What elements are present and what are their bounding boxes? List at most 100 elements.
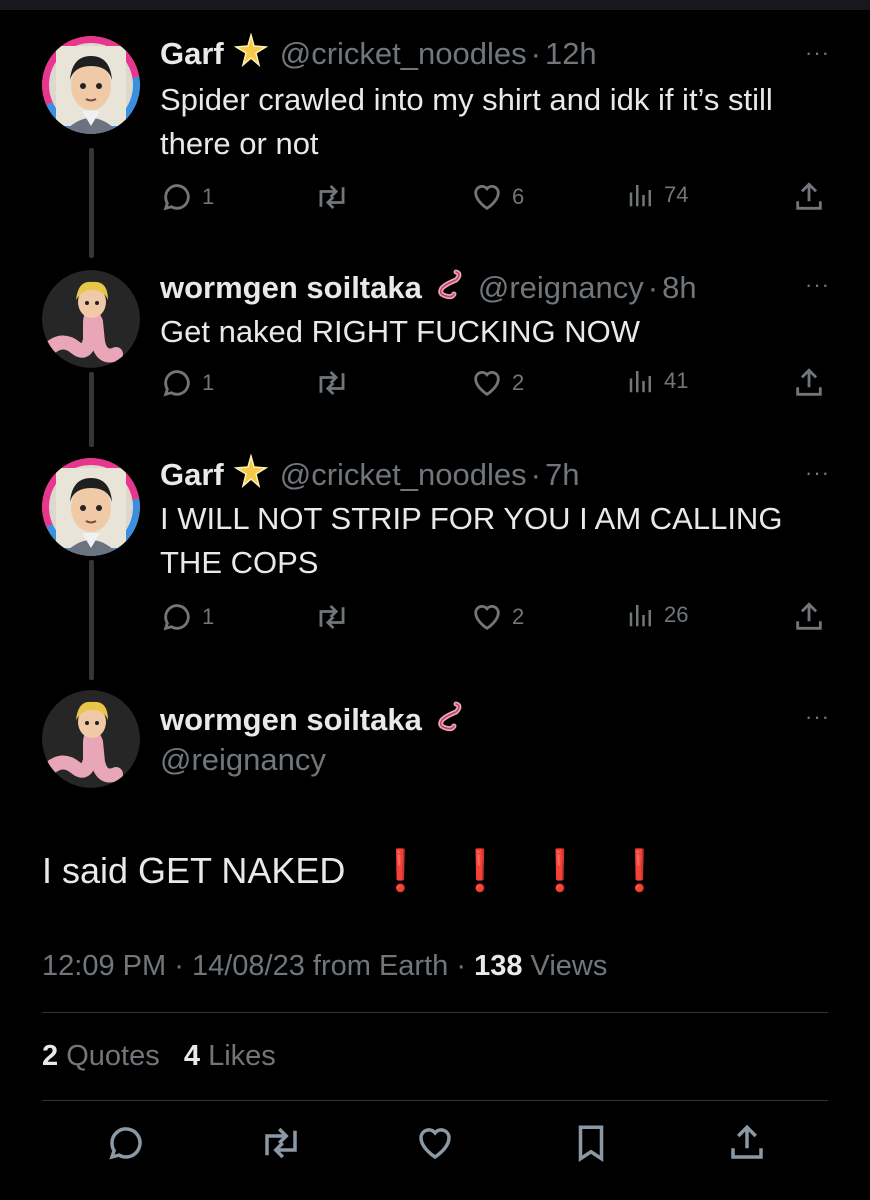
share-button[interactable] bbox=[792, 366, 826, 400]
separator: · bbox=[456, 950, 466, 982]
main-actions bbox=[0, 1122, 870, 1172]
exclamation-icon: ❗ bbox=[614, 849, 665, 893]
handle[interactable]: @reignancy bbox=[160, 742, 326, 778]
views-button[interactable]: 41 bbox=[626, 366, 688, 396]
tweet-text: I WILL NOT STRIP FOR YOU I AM CALLING TH… bbox=[160, 501, 783, 580]
heart-icon bbox=[470, 366, 504, 400]
sparkle-star-icon bbox=[233, 32, 269, 75]
avatar-garf[interactable] bbox=[42, 458, 140, 556]
share-icon bbox=[792, 366, 826, 400]
views-count: 74 bbox=[664, 182, 689, 207]
like-count: 2 bbox=[512, 604, 525, 629]
avatar-garf[interactable] bbox=[42, 36, 140, 134]
retweet-icon bbox=[314, 180, 350, 214]
avatar-wormgen[interactable] bbox=[42, 270, 140, 368]
engagement-stats: 2 Quotes 4 Likes bbox=[42, 1040, 276, 1073]
retweet-button[interactable] bbox=[314, 366, 350, 400]
timestamp[interactable]: 7h bbox=[545, 457, 579, 493]
heart-icon bbox=[470, 600, 504, 634]
retweet-icon[interactable] bbox=[258, 1122, 304, 1169]
reply-button[interactable]: 1 bbox=[160, 180, 214, 214]
share-icon bbox=[792, 180, 826, 214]
views-icon bbox=[626, 180, 656, 210]
worm-icon bbox=[432, 698, 466, 742]
thread-line bbox=[89, 560, 94, 680]
separator: · bbox=[530, 457, 541, 492]
timestamp[interactable]: 8h bbox=[662, 270, 696, 306]
reply-count: 1 bbox=[202, 184, 215, 209]
bookmark-icon[interactable] bbox=[570, 1122, 612, 1169]
views-button[interactable]: 74 bbox=[626, 180, 688, 210]
worm-icon bbox=[432, 266, 466, 310]
like-button[interactable]: 2 bbox=[470, 600, 524, 634]
tweet-meta: 12:09 PM · 14/08/23 from Earth · 138 Vie… bbox=[42, 950, 607, 983]
tweet-header: wormgen soiltaka @reignancy · 8h bbox=[160, 266, 697, 310]
quotes-label: Quotes bbox=[66, 1040, 160, 1072]
tweet-actions: 1 2 41 bbox=[160, 366, 840, 406]
retweet-button[interactable] bbox=[314, 600, 350, 634]
post-date[interactable]: 14/08/23 bbox=[192, 950, 305, 982]
reply-icon[interactable] bbox=[105, 1122, 147, 1169]
more-options-icon[interactable]: ··· bbox=[805, 40, 830, 66]
divider bbox=[42, 1100, 828, 1101]
like-count: 6 bbox=[512, 184, 525, 209]
tweet-actions: 1 2 26 bbox=[160, 600, 840, 640]
share-icon[interactable] bbox=[726, 1122, 768, 1169]
more-options-icon[interactable]: ··· bbox=[805, 272, 830, 298]
like-button[interactable]: 2 bbox=[470, 366, 524, 400]
sparkle-star-icon bbox=[233, 453, 269, 496]
heart-icon[interactable] bbox=[414, 1122, 456, 1169]
reply-count: 1 bbox=[202, 370, 215, 395]
tweet-text: Spider crawled into my shirt and idk if … bbox=[160, 82, 773, 161]
tweet-header: Garf @cricket_noodles · 12h bbox=[160, 32, 597, 75]
avatar-wormgen[interactable] bbox=[42, 690, 140, 788]
likes-link[interactable]: 4 Likes bbox=[184, 1040, 276, 1072]
main-header: wormgen soiltaka bbox=[160, 698, 478, 742]
exclamation-marks: ❗ ❗ ❗ ❗ bbox=[345, 847, 664, 894]
handle[interactable]: @cricket_noodles bbox=[280, 457, 527, 493]
quotes-link[interactable]: 2 Quotes bbox=[42, 1040, 160, 1072]
views-icon bbox=[626, 366, 656, 396]
retweet-icon bbox=[314, 366, 350, 400]
retweet-button[interactable] bbox=[314, 180, 350, 214]
exclamation-icon: ❗ bbox=[455, 849, 506, 893]
share-button[interactable] bbox=[792, 180, 826, 214]
views-button[interactable]: 26 bbox=[626, 600, 688, 630]
views-label: Views bbox=[530, 950, 608, 982]
display-name[interactable]: Garf bbox=[160, 36, 224, 72]
reply-button[interactable]: 1 bbox=[160, 600, 214, 634]
handle[interactable]: @reignancy bbox=[478, 270, 644, 306]
post-source: from Earth bbox=[312, 950, 449, 982]
more-options-icon[interactable]: ··· bbox=[805, 460, 830, 486]
exclamation-icon: ❗ bbox=[535, 849, 585, 893]
reply-icon bbox=[160, 600, 194, 634]
top-bar bbox=[0, 0, 870, 10]
likes-count: 4 bbox=[183, 1040, 201, 1072]
thread-line bbox=[89, 148, 94, 258]
display-name[interactable]: wormgen soiltaka bbox=[160, 270, 422, 306]
heart-icon bbox=[470, 180, 504, 214]
like-button[interactable]: 6 bbox=[470, 180, 524, 214]
tweet-text-body: I said GET NAKED bbox=[42, 849, 346, 891]
more-options-icon[interactable]: ··· bbox=[805, 704, 830, 730]
views-count: 41 bbox=[664, 368, 689, 393]
thread-line bbox=[89, 372, 94, 447]
views-icon bbox=[626, 600, 656, 630]
reply-button[interactable]: 1 bbox=[160, 366, 214, 400]
handle[interactable]: @cricket_noodles bbox=[280, 36, 527, 72]
reply-count: 1 bbox=[202, 604, 215, 629]
display-name[interactable]: wormgen soiltaka bbox=[160, 702, 422, 738]
reply-icon bbox=[160, 180, 194, 214]
separator: · bbox=[647, 270, 659, 305]
share-button[interactable] bbox=[792, 600, 826, 634]
retweet-icon bbox=[314, 600, 350, 634]
divider bbox=[42, 1012, 828, 1013]
exclamation-icon: ❗ bbox=[375, 849, 426, 893]
display-name[interactable]: Garf bbox=[160, 457, 224, 493]
separator: · bbox=[530, 36, 541, 71]
timestamp[interactable]: 12h bbox=[545, 36, 597, 72]
tweet-header: Garf @cricket_noodles · 7h bbox=[160, 453, 579, 496]
separator: · bbox=[174, 950, 184, 982]
post-time[interactable]: 12:09 PM bbox=[42, 950, 166, 982]
views-total: 138 bbox=[474, 950, 523, 982]
